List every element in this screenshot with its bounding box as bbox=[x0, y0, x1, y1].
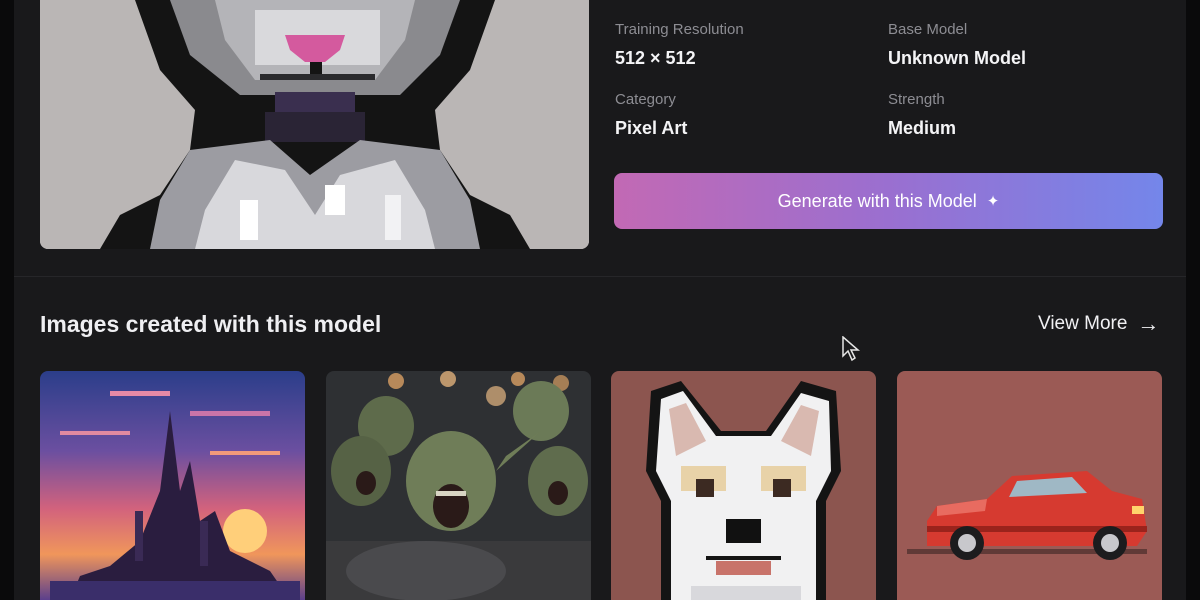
view-more-label: View More bbox=[1038, 313, 1128, 334]
goblins-image bbox=[326, 371, 591, 600]
gallery-image-dog[interactable] bbox=[611, 371, 876, 600]
view-more-link[interactable]: View More → bbox=[1038, 313, 1159, 335]
castle-image bbox=[40, 371, 305, 600]
window-edge-right bbox=[1186, 0, 1200, 600]
model-preview-image bbox=[40, 0, 589, 249]
sparkle-icon: ✦ bbox=[986, 193, 1000, 210]
base-model-value: Unknown Model bbox=[888, 48, 1026, 68]
model-detail-panel: Training Resolution 512 × 512 Base Model… bbox=[14, 0, 1186, 600]
strength-value: Medium bbox=[888, 118, 957, 138]
strength-label: Strength bbox=[888, 91, 945, 108]
gallery-image-car[interactable] bbox=[897, 371, 1162, 600]
section-divider bbox=[14, 276, 1186, 277]
category-value: Pixel Art bbox=[615, 118, 688, 138]
dog-image bbox=[611, 371, 876, 600]
gallery-title: Images created with this model bbox=[40, 311, 382, 337]
mouse-cursor-icon bbox=[842, 336, 860, 362]
gallery-image-goblins[interactable] bbox=[326, 371, 591, 600]
gallery-image-castle[interactable] bbox=[40, 371, 305, 600]
arrow-right-icon: → bbox=[1137, 311, 1160, 336]
training-resolution-value: 512 × 512 bbox=[615, 48, 696, 68]
base-model-label: Base Model bbox=[888, 21, 968, 38]
car-image bbox=[897, 371, 1162, 600]
training-resolution-label: Training Resolution bbox=[615, 21, 744, 38]
pixel-cat-image bbox=[40, 0, 589, 249]
category-label: Category bbox=[615, 91, 676, 108]
window-edge-left bbox=[0, 0, 14, 600]
generate-with-model-button[interactable]: Generate with this Model ✦ bbox=[614, 173, 1163, 229]
generate-button-label: Generate with this Model bbox=[777, 190, 977, 211]
